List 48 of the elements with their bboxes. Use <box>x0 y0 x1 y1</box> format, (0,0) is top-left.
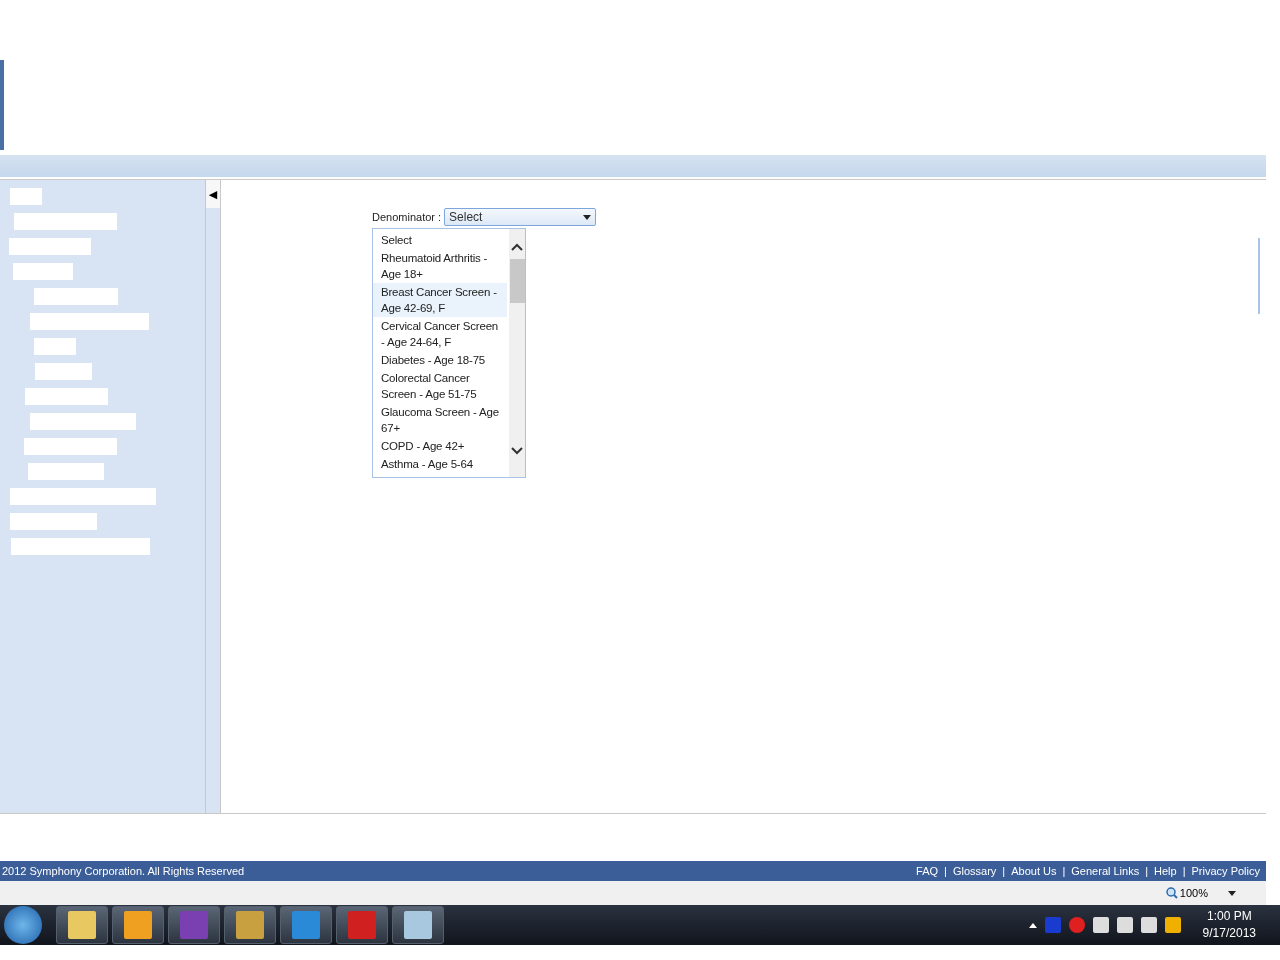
taskbar-app-button[interactable] <box>280 906 332 944</box>
dropdown-caret-icon <box>583 214 592 220</box>
tray-icon[interactable] <box>1164 917 1181 933</box>
dropdown-option[interactable]: Glaucoma Screen - Age 67+ <box>373 403 507 437</box>
start-button[interactable] <box>4 906 42 944</box>
separator: | <box>1182 865 1186 877</box>
zoom-icon <box>1165 887 1178 899</box>
dropdown-option[interactable]: COPD - Age 42+ <box>373 437 507 455</box>
tray-arrow-icon[interactable] <box>1028 922 1037 928</box>
scroll-up-icon <box>511 243 523 251</box>
list-scrollbar[interactable] <box>509 229 525 477</box>
dropdown-option[interactable]: Breast Cancer Screen - Age 42-69, F <box>373 283 507 317</box>
redaction-block <box>10 188 42 205</box>
footer-link[interactable]: Help <box>1154 865 1177 877</box>
separator: | <box>1062 865 1066 877</box>
clock[interactable]: 1:00 PM 9/17/2013 <box>1202 908 1256 942</box>
tray-icon[interactable] <box>1140 917 1157 933</box>
footer-link[interactable]: General Links <box>1071 865 1140 877</box>
zoom-button[interactable]: 100% <box>1165 887 1208 899</box>
footer-link[interactable]: About Us <box>1011 865 1057 877</box>
tray-icon[interactable] <box>1092 917 1109 933</box>
dropdown-option[interactable]: Asthma - Age 5-64 <box>373 455 507 473</box>
separator: | <box>944 865 947 877</box>
caret-icon[interactable] <box>1228 890 1236 896</box>
footer-link[interactable]: Privacy Policy <box>1191 865 1260 877</box>
tray-icon[interactable] <box>1116 917 1133 933</box>
separator: | <box>1145 865 1149 877</box>
denominator-select[interactable]: Select <box>444 208 597 226</box>
footer-link[interactable]: Glossary <box>952 865 997 877</box>
taskbar-app-button[interactable] <box>392 906 444 944</box>
dropdown-option[interactable]: Diabetes - Age 18-75 <box>373 351 507 369</box>
separator: | <box>1002 865 1006 877</box>
dropdown-option[interactable]: Colorectal Cancer Screen - Age 51-75 <box>373 369 507 403</box>
scroll-down-icon <box>511 447 523 455</box>
copyright-text: 2012 Symphony Corporation. All Rights Reserved <box>2 865 245 877</box>
taskbar-app-button[interactable] <box>56 906 108 944</box>
taskbar-app-button[interactable] <box>224 906 276 944</box>
dropdown-option[interactable]: Select <box>373 231 507 249</box>
denominator-label: Denominator : <box>372 211 442 223</box>
footer-link[interactable]: FAQ <box>916 865 939 877</box>
redaction-block <box>34 338 76 355</box>
scroll-thumb[interactable] <box>509 259 525 303</box>
dropdown-option[interactable]: Cervical Cancer Screen - Age 24-64, F <box>373 317 507 351</box>
dropdown-option[interactable]: Rheumatoid Arthritis - Age 18+ <box>373 249 507 283</box>
collapse-button[interactable]: ◀ <box>206 180 220 208</box>
redaction-block <box>35 363 92 380</box>
redaction-block <box>13 263 73 280</box>
taskbar-app-button[interactable] <box>112 906 164 944</box>
